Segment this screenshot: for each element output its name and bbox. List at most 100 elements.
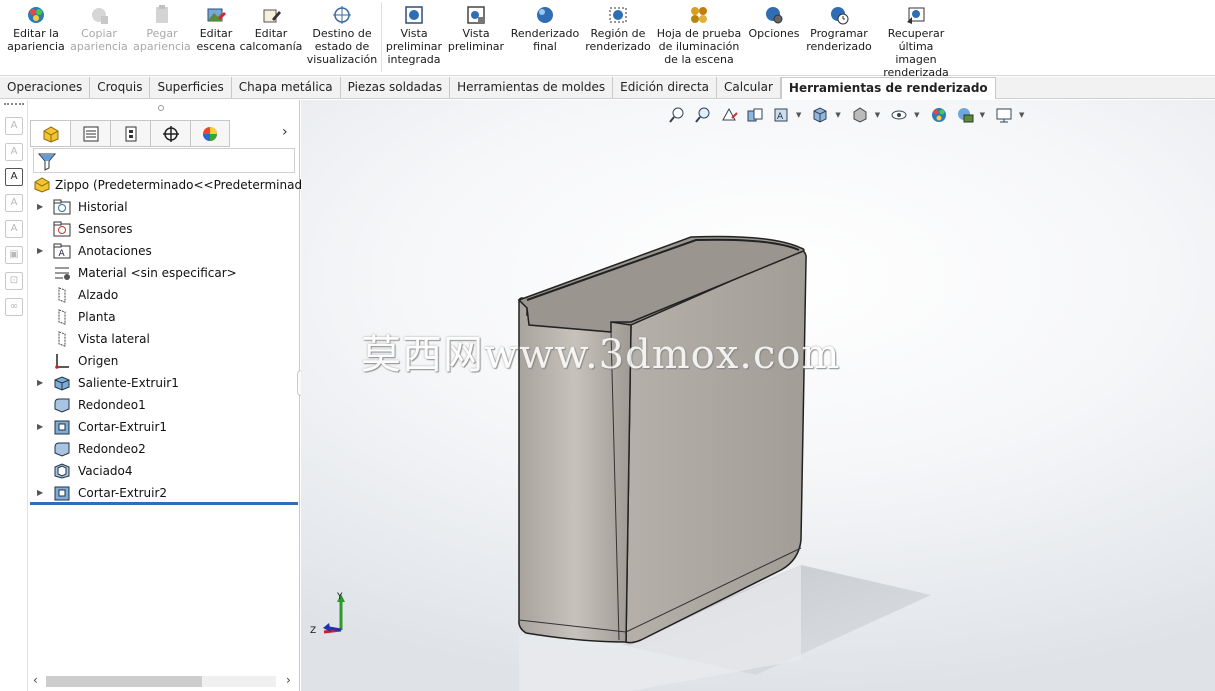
surface-finish-tool-icon[interactable]: A	[5, 194, 23, 212]
edit-scene-button[interactable]: Editar escena	[194, 4, 238, 53]
edit-appearance-button[interactable]: Editar la apariencia	[6, 4, 66, 53]
render-region-label: Región de renderizado	[585, 27, 651, 53]
note-tool-icon[interactable]: A	[5, 117, 23, 135]
triad-y-label: Y	[336, 592, 343, 602]
tree-item-cortar-extruir2[interactable]: ▶ Cortar-Extruir2	[28, 482, 298, 504]
display-manager-tab[interactable]	[190, 120, 230, 147]
panel-horizontal-scrollbar[interactable]: ‹ ›	[28, 672, 300, 690]
feature-manager-tab[interactable]	[30, 120, 70, 147]
tab-edicion-directa[interactable]: Edición directa	[613, 77, 718, 98]
final-render-button[interactable]: Renderizado final	[510, 4, 580, 53]
recall-last-render-button[interactable]: Recuperar última imagen renderizada	[878, 4, 954, 79]
panel-expand-arrow-icon[interactable]: ›	[282, 124, 288, 140]
render-region-button[interactable]: Región de renderizado	[584, 4, 652, 53]
weld-symbol-tool-icon[interactable]: A	[5, 220, 23, 238]
recall-last-render-label: Recuperar última imagen renderizada	[883, 27, 949, 79]
display-state-target-button[interactable]: Destino de estado de visualización	[306, 4, 378, 66]
command-manager-ribbon: Editar la apariencia Copiar apariencia P…	[0, 0, 1215, 79]
tree-item-historial[interactable]: ▶ Historial	[28, 196, 298, 218]
cut-extrude-icon	[54, 486, 70, 501]
dimxpert-manager-tab[interactable]	[150, 120, 190, 147]
scene-illumination-proof-sheet-button[interactable]: Hoja de prueba de iluminación de la esce…	[656, 4, 742, 66]
tab-herramientas-de-moldes[interactable]: Herramientas de moldes	[450, 77, 614, 98]
annotations-folder-icon: A	[53, 243, 71, 259]
ribbon-separator	[381, 2, 382, 72]
expand-arrow-icon[interactable]: ▶	[37, 482, 43, 504]
tab-herramientas-de-renderizado[interactable]: Herramientas de renderizado	[780, 77, 996, 99]
tree-item-anotaciones[interactable]: ▶ A Anotaciones	[28, 240, 298, 262]
tab-croquis[interactable]: Croquis	[90, 77, 151, 98]
expand-arrow-icon[interactable]: ▶	[37, 416, 43, 438]
options-label: Opciones	[748, 27, 800, 40]
feature-tree: Zippo (Predeterminado<<Predeterminado>_P…	[28, 174, 333, 504]
cut-extrude-icon	[54, 420, 70, 435]
scroll-left-arrow-icon[interactable]: ‹	[33, 673, 38, 687]
text-tool-icon[interactable]: A	[5, 168, 23, 186]
feature-manager-icon	[43, 125, 58, 143]
tab-superficies[interactable]: Superficies	[150, 77, 232, 98]
edit-appearance-icon	[25, 4, 47, 26]
filter-icon[interactable]	[37, 151, 57, 171]
schedule-render-label: Programar renderizado	[806, 27, 872, 53]
tree-item-label: Origen	[78, 354, 119, 368]
tree-item-cortar-extruir1[interactable]: ▶ Cortar-Extruir1	[28, 416, 298, 438]
preview-window-label: Vista preliminar	[447, 27, 505, 53]
expand-arrow-icon[interactable]: ▶	[37, 196, 43, 218]
command-manager-tabs: Operaciones Croquis Superficies Chapa me…	[0, 77, 1215, 99]
panel-splitter-handle[interactable]	[158, 105, 164, 111]
schedule-render-icon	[828, 4, 850, 26]
hole-callout-tool-icon[interactable]: ⊡	[5, 272, 23, 290]
scroll-thumb[interactable]	[46, 676, 202, 687]
integrated-preview-button[interactable]: Vista preliminar integrada	[386, 4, 442, 66]
part-icon	[34, 177, 50, 193]
graphics-area[interactable]: A ▼ ▼ ▼ ▼ ▼ ▼ 莫西网www.3dmox.com Y Z	[301, 100, 1215, 691]
display-manager-icon	[203, 126, 217, 141]
copy-appearance-button[interactable]: Copiar apariencia	[70, 4, 128, 53]
tree-item-redondeo2[interactable]: Redondeo2	[28, 438, 298, 460]
scroll-right-arrow-icon[interactable]: ›	[286, 673, 291, 687]
preview-window-button[interactable]: Vista preliminar	[448, 4, 504, 53]
display-state-target-label: Destino de estado de visualización	[306, 27, 378, 66]
paste-appearance-button[interactable]: Pegar apariencia	[133, 4, 191, 53]
model-render[interactable]	[301, 100, 1215, 691]
feature-tree-filter[interactable]	[33, 148, 295, 173]
tree-item-origen[interactable]: Origen	[28, 350, 298, 372]
triad-z-label: Z	[310, 626, 316, 636]
coordinate-triad: Y Z	[310, 592, 345, 636]
datum-feature-tool-icon[interactable]: ▣	[5, 246, 23, 264]
edit-decal-button[interactable]: Editar calcomanía	[240, 4, 302, 53]
tab-chapa-metalica[interactable]: Chapa metálica	[232, 77, 341, 98]
plane-icon	[58, 287, 66, 303]
link-tool-icon[interactable]: ∞	[5, 298, 23, 316]
expand-arrow-icon[interactable]: ▶	[37, 240, 43, 262]
dimxpert-manager-icon	[162, 125, 179, 142]
tab-piezas-soldadas[interactable]: Piezas soldadas	[341, 77, 451, 98]
tree-item-redondeo1[interactable]: Redondeo1	[28, 394, 298, 416]
tree-item-material[interactable]: Material <sin especificar>	[28, 262, 298, 284]
tab-calcular[interactable]: Calcular	[717, 77, 781, 98]
toolbar-grip[interactable]	[4, 103, 24, 105]
feature-manager-panel: › Zippo (Predeterminado<<Predeterminado>…	[28, 100, 333, 691]
schedule-render-button[interactable]: Programar renderizado	[806, 4, 872, 53]
tree-item-sensores[interactable]: Sensores	[28, 218, 298, 240]
tree-item-vaciado4[interactable]: Vaciado4	[28, 460, 298, 482]
configuration-manager-tab[interactable]	[110, 120, 150, 147]
expand-arrow-icon[interactable]: ▶	[37, 372, 43, 394]
fillet-icon	[54, 442, 70, 457]
tree-item-label: Vista lateral	[78, 332, 150, 346]
tree-root-part[interactable]: Zippo (Predeterminado<<Predeterminado>_P	[28, 174, 333, 196]
tree-item-alzado[interactable]: Alzado	[28, 284, 298, 306]
options-button[interactable]: Opciones	[746, 4, 802, 40]
tree-item-planta[interactable]: Planta	[28, 306, 298, 328]
scene-illumination-proof-sheet-label: Hoja de prueba de iluminación de la esce…	[656, 27, 742, 66]
tree-item-vista-lateral[interactable]: Vista lateral	[28, 328, 298, 350]
recall-last-render-icon	[905, 4, 927, 26]
edit-decal-icon	[260, 4, 282, 26]
rollback-bar[interactable]	[30, 502, 298, 505]
shell-icon	[54, 463, 70, 479]
balloon-tool-icon[interactable]: A	[5, 143, 23, 161]
tab-operaciones[interactable]: Operaciones	[0, 77, 91, 98]
tree-item-saliente-extruir1[interactable]: ▶ Saliente-Extruir1	[28, 372, 298, 394]
origin-icon	[55, 354, 69, 369]
property-manager-tab[interactable]	[70, 120, 110, 147]
